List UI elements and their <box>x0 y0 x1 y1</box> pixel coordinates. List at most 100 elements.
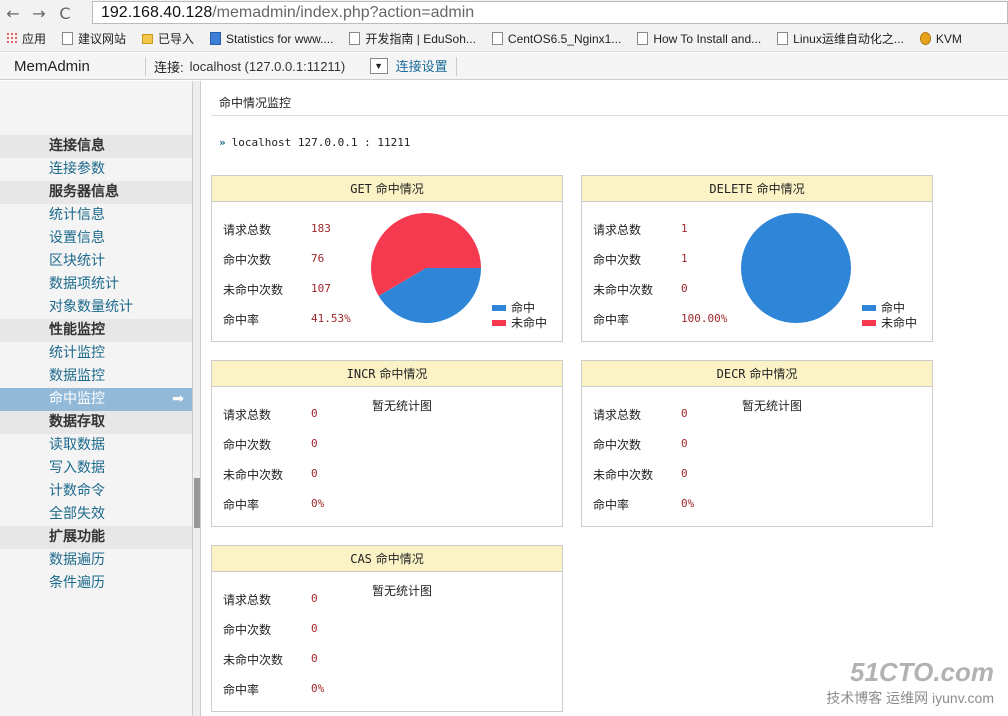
sidebar-item-label: 区块统计 <box>49 253 105 269</box>
legend-item-hit: 命中 <box>862 300 917 315</box>
bookmark[interactable]: 开发指南 | EduSoh... <box>349 30 476 47</box>
stat-label: 未命中次数 <box>223 468 284 482</box>
legend-swatch <box>862 319 876 326</box>
panel-header: CAS 命中情况 <box>212 546 562 572</box>
sidebar-item[interactable]: 写入数据 <box>0 457 192 480</box>
sidebar-item[interactable]: 数据监控 <box>0 365 192 388</box>
hit-pie-chart <box>371 212 481 323</box>
sidebar-item-label: 数据项统计 <box>49 276 119 292</box>
forward-icon[interactable]: → <box>26 4 52 23</box>
stat-value: 0 <box>681 437 688 450</box>
sidebar-scrollbar[interactable] <box>192 81 200 716</box>
command-name: CAS <box>350 552 372 566</box>
connection-label: 连接: <box>154 59 184 75</box>
stat-value: 0 <box>681 282 688 295</box>
connection-settings-link[interactable]: 连接设置 <box>396 56 457 76</box>
bookmark[interactable]: Linux运维自动化之... <box>777 30 904 47</box>
bookmark[interactable]: Statistics for www.... <box>210 32 333 46</box>
stat-label: 未命中次数 <box>593 283 654 297</box>
bookmark[interactable]: How To Install and... <box>637 32 761 46</box>
sidebar-item[interactable]: 设置信息 <box>0 227 192 250</box>
watermark-logo: 51CTO.com <box>849 657 994 687</box>
no-chart-text: 暂无统计图 <box>372 399 433 413</box>
main-content: 命中情况监控 » localhost 127.0.0.1 : 11211 GET … <box>200 81 1008 716</box>
command-name: DECR <box>716 367 746 381</box>
sidebar-item[interactable]: 数据遍历 <box>0 549 192 572</box>
page-icon <box>637 32 649 45</box>
bookmark-label: Statistics for www.... <box>226 31 334 46</box>
server-info: » localhost 127.0.0.1 : 11211 <box>219 136 410 149</box>
sidebar-item-label: 统计监控 <box>49 345 105 361</box>
sidebar-item[interactable]: 区块统计 <box>0 250 192 273</box>
legend-item-miss: 未命中 <box>862 315 917 330</box>
bookmark[interactable]: CentOS6.5_Nginx1... <box>491 32 621 46</box>
stat-label: 命中率 <box>223 683 260 697</box>
page-icon <box>349 32 361 45</box>
sidebar-item[interactable]: 命中监控 ➡ <box>0 388 192 411</box>
bookmark[interactable]: 应用 <box>6 30 46 47</box>
bookmark-label: 应用 <box>22 32 47 46</box>
sidebar-group-heading: 数据存取 <box>0 411 192 434</box>
chart-legend: 命中 未命中 <box>862 300 917 330</box>
stat-value: 0 <box>311 437 318 450</box>
stat-value: 0 <box>311 622 318 635</box>
panel-header: INCR 命中情况 <box>212 361 562 387</box>
page-icon <box>777 32 789 45</box>
reload-icon[interactable]: C <box>52 4 78 23</box>
get-hit-panel: GET 命中情况 请求总数 183 命中次数 76 未命中次数 107 命中率 41.53% 命中… <box>211 175 563 342</box>
sidebar-item[interactable]: 全部失效 <box>0 503 192 526</box>
sidebar-item-label: 读取数据 <box>49 437 105 453</box>
stat-label: 命中率 <box>223 498 260 512</box>
stat-value: 0 <box>681 467 688 480</box>
pie-slice-hit <box>741 213 851 323</box>
arrow-right-icon: ➡ <box>172 391 184 407</box>
browser-toolbar: ← → C 192.168.40.128/memadmin/index.php?… <box>0 0 1008 26</box>
divider <box>211 115 1008 116</box>
legend-label: 未命中 <box>511 316 548 330</box>
chevron-down-icon[interactable]: ▼ <box>369 58 388 74</box>
sidebar-item[interactable]: 连接参数 <box>0 158 192 181</box>
back-icon[interactable]: ← <box>0 4 26 23</box>
page-icon <box>491 32 503 45</box>
legend-item-hit: 命中 <box>492 300 547 315</box>
delete-hit-panel: DELETE 命中情况 请求总数 1 命中次数 1 未命中次数 0 命中率 100.00% 命中未… <box>581 175 933 342</box>
bookmark[interactable]: KVM <box>919 31 962 46</box>
address-bar[interactable]: 192.168.40.128/memadmin/index.php?action… <box>92 1 1008 24</box>
sidebar-item[interactable]: 读取数据 <box>0 434 192 457</box>
stat-label: 命中次数 <box>593 253 642 267</box>
cas-hit-panel: CAS 命中情况 请求总数 0 命中次数 0 未命中次数 0 命中率 0% 暂无统计图 <box>211 545 563 712</box>
sidebar-item[interactable]: 数据项统计 <box>0 273 192 296</box>
sidebar-item[interactable]: 计数命令 <box>0 480 192 503</box>
bookmark-label: 已导入 <box>158 32 195 46</box>
sidebar-group-heading: 服务器信息 <box>0 181 192 204</box>
sidebar-group-heading: 扩展功能 <box>0 526 192 549</box>
stat-label: 请求总数 <box>593 223 642 237</box>
brand[interactable]: MemAdmin <box>0 56 146 76</box>
bookmark[interactable]: 建议网站 <box>62 30 126 47</box>
chart-legend: 命中 未命中 <box>492 300 547 330</box>
sidebar-item[interactable]: 统计信息 <box>0 204 192 227</box>
sidebar-item[interactable]: 条件遍历 <box>0 572 192 595</box>
sidebar-group-heading: 性能监控 <box>0 319 192 342</box>
panel-title: 命中情况 <box>756 182 805 196</box>
sidebar-item[interactable]: 对象数量统计 <box>0 296 192 319</box>
url-host: 192.168.40.128 <box>101 3 213 21</box>
kvm-icon <box>919 32 931 45</box>
sidebar-item[interactable]: 统计监控 <box>0 342 192 365</box>
stat-value: 41.53% <box>311 312 351 325</box>
connection-select[interactable]: localhost (127.0.0.1:11211) <box>190 59 370 74</box>
bookmark-label: KVM <box>935 31 962 46</box>
bookmark-label: How To Install and... <box>653 31 762 46</box>
stat-label: 命中次数 <box>593 438 642 452</box>
stat-value: 0% <box>311 682 325 695</box>
stat-value: 183 <box>311 222 331 235</box>
bookmark[interactable]: 已导入 <box>142 30 194 47</box>
stat-value: 107 <box>311 282 331 295</box>
stat-value: 100.00% <box>681 312 728 325</box>
panel-title: 命中情况 <box>375 182 424 196</box>
stat-value: 0 <box>311 652 318 665</box>
panel-header: DELETE 命中情况 <box>582 176 932 202</box>
sidebar-item-label: 全部失效 <box>49 506 105 522</box>
url-path: /memadmin/index.php?action=admin <box>212 3 475 21</box>
no-chart-text: 暂无统计图 <box>742 399 803 413</box>
